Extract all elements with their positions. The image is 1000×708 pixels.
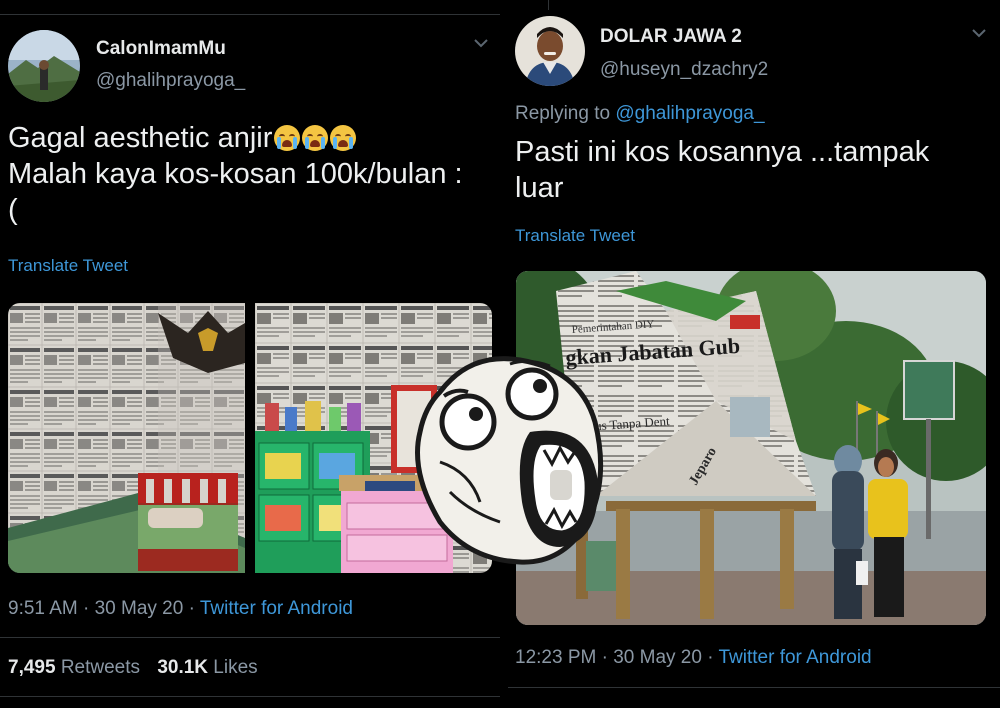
user-handle[interactable]: @huseyn_dzachry2 [600,59,768,81]
tweet-timestamp-line: 12:23 PM · 30 May 20 · Twitter for Andro… [515,647,872,669]
tweet-text: Gagal aesthetic anjir Malah kaya kos-kos… [8,120,500,228]
retweet-label: Retweets [60,657,141,678]
like-count: 30.1K [157,657,209,678]
replying-to: Replying to @ghalihprayoga_ [515,103,765,125]
crying-emoji-icon [330,125,357,151]
top-divider [0,14,500,15]
user-handle[interactable]: @ghalihprayoga_ [96,70,245,92]
chevron-down-icon[interactable] [970,26,988,45]
lol-rage-face [410,352,610,567]
display-name[interactable]: DOLAR JAWA 2 [600,26,742,48]
display-name[interactable]: CalonImamMu [96,38,226,60]
tweet-text-line3: ( [8,194,18,226]
chevron-down-icon[interactable] [472,36,490,55]
avatar[interactable] [8,30,80,102]
tweet-timestamp-line: 9:51 AM · 30 May 20 · Twitter for Androi… [8,598,353,620]
tweet-time[interactable]: 9:51 AM · 30 May 20 · [8,598,200,619]
crying-emoji-icon [274,125,301,151]
translate-tweet-link[interactable]: Translate Tweet [515,226,635,246]
retweet-count-link[interactable]: 7,495 Retweets [8,657,140,678]
divider [0,696,500,697]
tweet-source-link[interactable]: Twitter for Android [200,598,353,619]
replying-label: Replying to [515,103,616,124]
tweet-text: Pasti ini kos kosannya ...tampak luar [515,134,985,206]
divider [0,637,500,638]
divider [508,687,1000,688]
crying-emoji-icon [302,125,329,151]
tweet-stats: 7,495 Retweets 30.1K Likes [8,657,258,679]
thread-line [548,0,549,10]
tweet-text-line2: luar [515,172,564,204]
tweet-source-link[interactable]: Twitter for Android [718,647,871,668]
tweet-photo-1[interactable] [8,303,245,573]
tweet-text-line1: Pasti ini kos kosannya ...tampak [515,136,930,168]
tweet-text-line1: Gagal aesthetic anjir [8,122,273,154]
like-label: Likes [213,657,258,678]
tweet-time[interactable]: 12:23 PM · 30 May 20 · [515,647,718,668]
tweet-text-line2: Malah kaya kos-kosan 100k/bulan : [8,158,463,190]
like-count-link[interactable]: 30.1K Likes [157,657,257,678]
replying-to-handle[interactable]: @ghalihprayoga_ [615,103,764,124]
avatar[interactable] [515,16,585,86]
translate-tweet-link[interactable]: Translate Tweet [8,256,128,276]
retweet-count: 7,495 [8,657,56,678]
